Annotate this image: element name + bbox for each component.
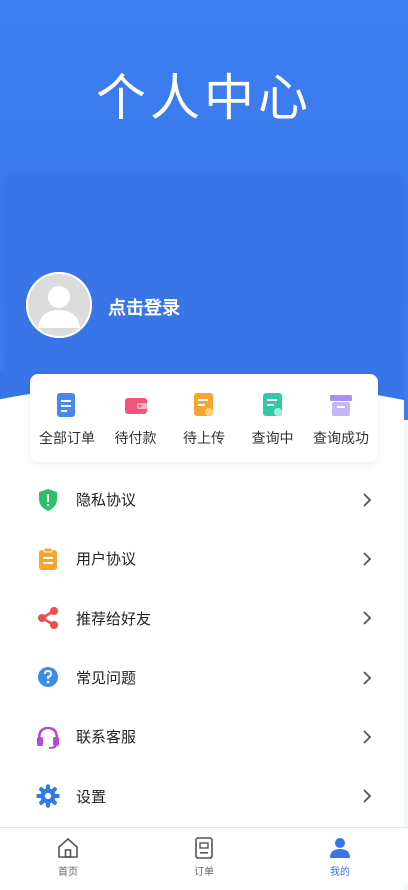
home-icon bbox=[58, 837, 78, 858]
all-orders-icon bbox=[57, 393, 75, 417]
order-status-panel: 全部订单 待付款 待上传 查询中 查询成功 bbox=[30, 374, 378, 462]
menu-item-user-agreement[interactable]: 用户协议 bbox=[0, 529, 408, 588]
order-tab-pending-payment[interactable]: 待付款 bbox=[103, 374, 169, 462]
menu-item-share[interactable]: 推荐给好友 bbox=[0, 589, 408, 648]
tab-orders[interactable]: 订单 bbox=[136, 828, 272, 884]
chevron-right-icon bbox=[363, 789, 372, 803]
success-box-icon bbox=[330, 395, 352, 416]
avatar[interactable] bbox=[26, 272, 92, 338]
wallet-icon bbox=[124, 398, 147, 414]
default-avatar-icon bbox=[26, 272, 92, 338]
upload-doc-icon bbox=[194, 393, 213, 416]
menu-item-customer-service[interactable]: 联系客服 bbox=[0, 707, 408, 766]
tab-home[interactable]: 首页 bbox=[0, 828, 136, 884]
login-link[interactable]: 点击登录 bbox=[108, 294, 180, 320]
question-icon bbox=[38, 666, 58, 687]
tab-mine[interactable]: 我的 bbox=[272, 828, 408, 884]
order-tab-querying[interactable]: 查询中 bbox=[240, 374, 306, 462]
order-tab-pending-upload[interactable]: 待上传 bbox=[171, 374, 237, 462]
chevron-right-icon bbox=[363, 730, 372, 744]
bottom-tab-bar: 首页 订单 我的 bbox=[0, 827, 408, 884]
headset-icon bbox=[37, 726, 59, 749]
share-icon bbox=[38, 607, 58, 630]
query-doc-icon bbox=[262, 393, 282, 416]
chevron-right-icon bbox=[363, 670, 372, 685]
user-icon bbox=[330, 838, 350, 858]
gear-icon bbox=[36, 784, 60, 808]
menu-item-settings[interactable]: 设置 bbox=[0, 766, 408, 825]
chevron-right-icon bbox=[363, 493, 372, 507]
menu-item-privacy[interactable]: 隐私协议 bbox=[0, 470, 408, 529]
chevron-right-icon bbox=[363, 611, 372, 625]
chevron-right-icon bbox=[363, 552, 372, 566]
order-tab-success[interactable]: 查询成功 bbox=[308, 374, 374, 462]
clipboard-icon bbox=[39, 547, 57, 570]
shield-icon bbox=[39, 488, 57, 511]
page-title: 个人中心 bbox=[96, 69, 312, 127]
menu-item-faq[interactable]: 常见问题 bbox=[0, 648, 408, 707]
order-tab-all[interactable]: 全部订单 bbox=[34, 374, 100, 462]
settings-menu: 隐私协议 用户协议 推荐给好友 常见问题 联系客服 设置 bbox=[0, 470, 408, 826]
order-icon bbox=[195, 837, 213, 859]
